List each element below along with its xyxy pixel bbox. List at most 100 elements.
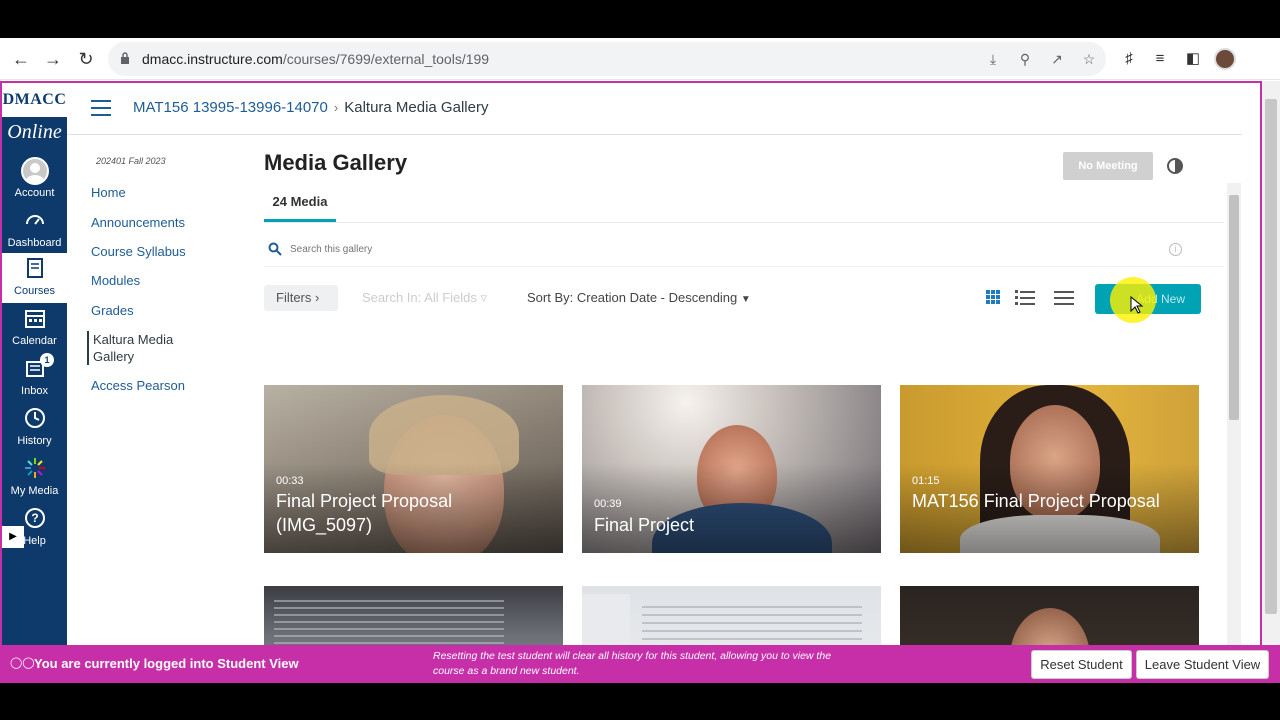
coursenav-grades[interactable]: Grades	[91, 302, 201, 319]
media-card[interactable]: 00:39 Final Project	[582, 385, 881, 553]
thumbnail-document-lines	[642, 606, 862, 645]
course-navigation: 202401 Fall 2023 Home Announcements Cour…	[67, 136, 217, 645]
media-title[interactable]: Final Project	[594, 513, 864, 537]
grid-view-icon[interactable]	[982, 287, 1004, 307]
media-card[interactable]	[582, 586, 881, 645]
sort-by-dropdown[interactable]: Sort By: Creation Date - Descending ▼	[527, 290, 751, 305]
media-duration: 00:39	[594, 498, 622, 510]
course-term: 202401 Fall 2023	[96, 156, 166, 166]
globalnav-dashboard[interactable]: Dashboard	[2, 205, 67, 255]
url-text: dmacc.instructure.com/courses/7699/exter…	[142, 51, 489, 67]
my-media-icon	[22, 457, 48, 483]
compact-list-view-icon[interactable]	[1053, 287, 1075, 307]
search-divider	[264, 266, 1224, 267]
gallery-search-input[interactable]	[290, 238, 890, 260]
lock-icon	[121, 52, 129, 64]
no-meeting-button[interactable]: No Meeting	[1063, 152, 1153, 180]
scrollbar-thumb[interactable]	[1229, 195, 1239, 420]
info-icon[interactable]: i	[1169, 243, 1182, 256]
globalnav-label: Inbox	[21, 385, 48, 397]
globalnav-calendar[interactable]: Calendar	[2, 303, 67, 353]
media-queue-icon[interactable]: ≡	[1151, 50, 1169, 68]
tab-media[interactable]: 24 Media	[264, 192, 336, 222]
coursenav-home[interactable]: Home	[91, 184, 201, 201]
side-panel-icon[interactable]: ◧	[1184, 50, 1202, 68]
svg-text:?: ?	[31, 511, 38, 525]
globalnav-label: Calendar	[12, 335, 57, 347]
search-in-dropdown[interactable]: Search In: All Fields ▿	[362, 290, 487, 306]
gallery-scrollbar[interactable]	[1227, 183, 1241, 645]
coursenav-access-pearson[interactable]: Access Pearson	[91, 377, 201, 394]
globalnav-label: Dashboard	[7, 237, 62, 249]
sort-by-label: Sort By: Creation Date - Descending	[527, 290, 738, 305]
reload-icon[interactable]: ↻	[75, 48, 97, 70]
zoom-icon[interactable]: ⚲	[1016, 51, 1034, 67]
globalnav-label: History	[17, 435, 52, 447]
thumbnail-document-lines	[274, 600, 504, 645]
globalnav-account[interactable]: Account	[2, 153, 67, 203]
inbox-unread-badge: 1	[40, 353, 54, 367]
page-title: Media Gallery	[264, 150, 408, 175]
media-title[interactable]: MAT156 Final Project Proposal	[912, 489, 1182, 513]
back-icon[interactable]: ←	[10, 48, 32, 70]
coursenav-syllabus[interactable]: Course Syllabus	[91, 243, 201, 260]
media-card[interactable]: 00:33 Final Project Proposal (IMG_5097)	[264, 385, 563, 553]
media-card[interactable]	[264, 586, 563, 645]
dmacc-logo[interactable]: DMACC	[2, 83, 67, 117]
media-card[interactable]: 01:15 MAT156 Final Project Proposal	[900, 385, 1199, 553]
breadcrumb-separator-icon: ›	[333, 100, 339, 115]
url-path: /courses/7699/external_tools/199	[282, 51, 490, 67]
globalnav-my-media[interactable]: My Media	[2, 453, 67, 503]
history-icon	[22, 407, 48, 433]
share-icon[interactable]: ↗	[1048, 51, 1066, 67]
install-icon[interactable]: ⤓	[984, 51, 1002, 67]
search-icon	[268, 242, 282, 256]
breadcrumb-course-link[interactable]: MAT156 13995-13996-14070	[133, 99, 328, 116]
coursenav-kaltura-media-gallery[interactable]: Kaltura Media Gallery	[87, 331, 197, 365]
breadcrumb-current: Kaltura Media Gallery	[344, 99, 489, 116]
profile-avatar[interactable]	[1214, 48, 1236, 70]
detailed-list-view-icon[interactable]	[1014, 287, 1036, 307]
bookmark-star-icon[interactable]: ☆	[1080, 51, 1098, 67]
filters-label: Filters	[276, 290, 312, 305]
globalnav-label: Account	[14, 187, 55, 199]
globalnav-inbox[interactable]: 1 Inbox	[2, 353, 67, 403]
scrollbar-thumb[interactable]	[1265, 99, 1277, 614]
breadcrumb: MAT156 13995-13996-14070 › Kaltura Media G…	[133, 99, 488, 116]
forward-icon[interactable]: →	[42, 48, 64, 70]
extensions-icon[interactable]: ♯	[1120, 50, 1138, 68]
calendar-icon	[22, 307, 48, 333]
reset-student-button[interactable]: Reset Student	[1031, 650, 1132, 679]
browser-toolbar: ← → ↻ dmacc.instructure.com/courses/7699…	[0, 38, 1280, 80]
globalnav-history[interactable]: History	[2, 403, 67, 453]
media-card[interactable]	[900, 586, 1199, 645]
coursenav-announcements[interactable]: Announcements	[91, 214, 201, 231]
leave-student-view-button[interactable]: Leave Student View	[1136, 650, 1269, 679]
browser-window: ← → ↻ dmacc.instructure.com/courses/7699…	[0, 38, 1280, 683]
media-title[interactable]: Final Project Proposal (IMG_5097)	[276, 489, 546, 537]
student-view-message: You are currently logged into Student Vi…	[34, 656, 299, 671]
address-bar[interactable]: dmacc.instructure.com/courses/7699/exter…	[108, 42, 1106, 76]
globalnav-courses[interactable]: Courses	[2, 253, 67, 303]
courses-icon	[22, 257, 48, 283]
chevron-right-icon: ›	[315, 290, 320, 305]
hamburger-menu-icon[interactable]	[91, 100, 111, 116]
global-navigation: DMACC Online Account Dashboard Courses C…	[2, 83, 67, 645]
student-view-bar: ◯◯ You are currently logged into Student…	[0, 645, 1280, 683]
media-duration: 00:33	[276, 475, 304, 487]
media-gallery-main: Media Gallery No Meeting 24 Media i Filt…	[264, 136, 1224, 645]
chevron-down-icon: ▼	[740, 294, 751, 305]
expand-nav-icon[interactable]: ▶	[2, 526, 24, 548]
page-scrollbar[interactable]	[1262, 81, 1280, 645]
course-header: MAT156 13995-13996-14070 › Kaltura Media G…	[67, 83, 1242, 135]
student-view-note: Resetting the test student will clear al…	[433, 650, 832, 677]
contrast-toggle-icon[interactable]	[1167, 158, 1183, 174]
filters-button[interactable]: Filters ›	[264, 285, 338, 311]
dashboard-icon	[22, 209, 48, 235]
mouse-pointer-icon	[1130, 296, 1144, 314]
coursenav-modules[interactable]: Modules	[91, 272, 201, 289]
thumbnail-shade	[582, 463, 881, 553]
glasses-icon: ◯◯	[10, 657, 35, 669]
url-host: dmacc.instructure.com	[142, 51, 283, 67]
media-duration: 01:15	[912, 475, 940, 487]
